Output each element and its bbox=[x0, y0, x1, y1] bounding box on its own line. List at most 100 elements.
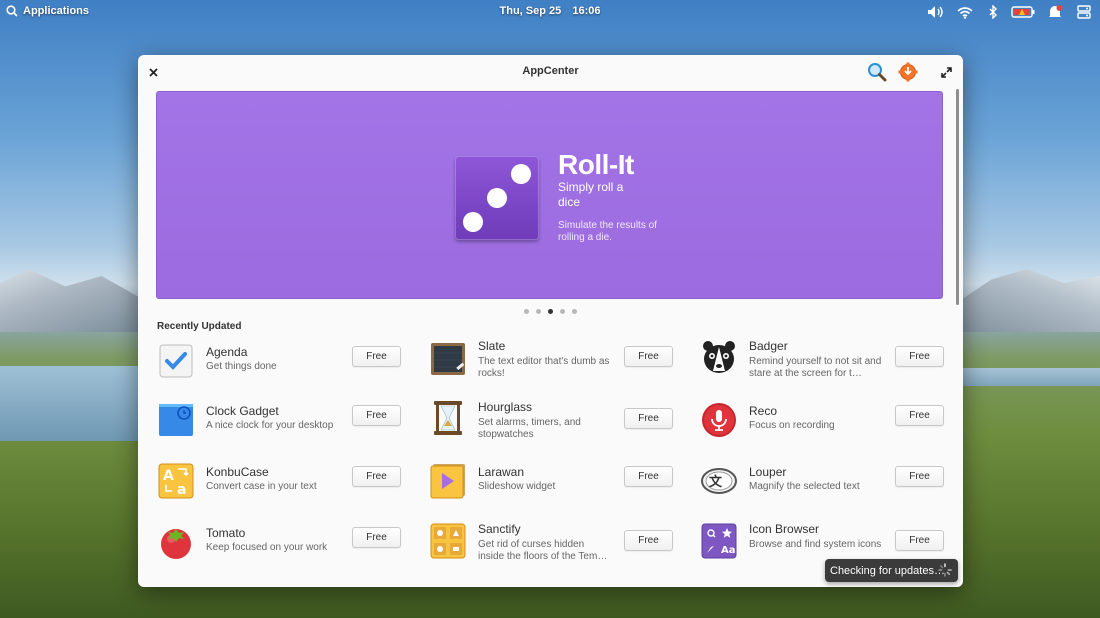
svg-text:文: 文 bbox=[709, 474, 723, 490]
hourglass-icon bbox=[434, 401, 462, 435]
sanctify-icon bbox=[430, 523, 466, 559]
app-name: Larawan bbox=[478, 465, 525, 479]
free-button[interactable]: Free bbox=[352, 466, 401, 487]
app-summary: Slideshow widget bbox=[478, 481, 556, 492]
section-heading: Recently Updated bbox=[157, 321, 242, 332]
clock-gadget-icon bbox=[159, 404, 193, 436]
app-summary: A nice clock for your desktop bbox=[206, 420, 334, 431]
app-summary: Remind yourself to not sit and stare at … bbox=[749, 356, 882, 379]
window-title: AppCenter bbox=[522, 65, 579, 77]
app-row-agenda[interactable]: Agenda Get things done Free bbox=[158, 343, 420, 397]
app-name: Hourglass bbox=[478, 400, 533, 414]
app-name: Tomato bbox=[206, 526, 246, 540]
featured-app-name: Roll-It bbox=[558, 149, 634, 180]
updates-button[interactable] bbox=[898, 62, 918, 82]
free-button[interactable]: Free bbox=[895, 530, 944, 551]
update-toast: Checking for updates… bbox=[825, 559, 958, 582]
app-row-reco[interactable]: Reco Focus on recording Free bbox=[701, 402, 963, 456]
app-name: Badger bbox=[749, 339, 788, 353]
page-dot[interactable] bbox=[536, 309, 541, 314]
svg-text:A: A bbox=[163, 468, 174, 484]
wallpaper-mountains bbox=[0, 269, 145, 332]
app-name: KonbuCase bbox=[206, 465, 269, 479]
notifications-icon[interactable] bbox=[1046, 3, 1064, 21]
app-summary: Get things done bbox=[206, 361, 277, 372]
agenda-icon bbox=[159, 344, 193, 378]
featured-app-tagline: Simply roll a dice bbox=[558, 180, 624, 209]
app-row-hourglass[interactable]: Hourglass Set alarms, timers, and stopwa… bbox=[430, 400, 692, 454]
app-row-larawan[interactable]: Larawan Slideshow widget Free bbox=[430, 463, 692, 517]
wifi-icon[interactable] bbox=[955, 3, 975, 21]
slate-icon bbox=[431, 343, 465, 375]
featured-banner[interactable]: Roll-It Simply roll a dice Simulate the … bbox=[156, 91, 943, 299]
app-summary: Convert case in your text bbox=[206, 481, 317, 492]
page-dot[interactable] bbox=[572, 309, 577, 314]
top-panel: Applications Thu, Sep 25 16:06 bbox=[0, 0, 1100, 24]
wallpaper-lake bbox=[960, 368, 1100, 386]
page-dot[interactable] bbox=[524, 309, 529, 314]
maximize-icon bbox=[940, 66, 952, 78]
page-dot-active[interactable] bbox=[548, 309, 553, 314]
roll-it-icon bbox=[455, 156, 539, 240]
app-row-clock-gadget[interactable]: Clock Gadget A nice clock for your deskt… bbox=[158, 402, 420, 456]
free-button[interactable]: Free bbox=[895, 466, 944, 487]
search-button[interactable] bbox=[867, 62, 887, 82]
free-button[interactable]: Free bbox=[352, 405, 401, 426]
toast-message: Checking for updates… bbox=[830, 564, 945, 577]
app-name: Sanctify bbox=[478, 522, 521, 536]
free-button[interactable]: Free bbox=[895, 346, 944, 367]
app-row-badger[interactable]: Badger Remind yourself to not sit and st… bbox=[701, 339, 963, 393]
page-dot[interactable] bbox=[560, 309, 565, 314]
appcenter-window: AppCenter Roll-It Simply roll a dice Sim… bbox=[138, 55, 963, 587]
app-summary: Set alarms, timers, and stopwatches bbox=[478, 417, 581, 440]
tomato-icon bbox=[161, 529, 191, 559]
app-row-louper[interactable]: 文 Louper Magnify the selected text Free bbox=[701, 463, 963, 517]
badger-icon bbox=[703, 341, 735, 373]
svg-text:a: a bbox=[177, 482, 186, 498]
reco-icon bbox=[702, 403, 736, 437]
titlebar: AppCenter bbox=[138, 55, 963, 87]
app-row-konbucase[interactable]: Aa KonbuCase Convert case in your text F… bbox=[158, 463, 420, 517]
bluetooth-icon[interactable] bbox=[985, 3, 1001, 21]
app-name: Icon Browser bbox=[749, 522, 820, 536]
app-name: Reco bbox=[749, 404, 778, 418]
app-row-sanctify[interactable]: Sanctify Get rid of curses hidden inside… bbox=[430, 522, 692, 576]
larawan-icon bbox=[430, 464, 465, 499]
app-summary: Magnify the selected text bbox=[749, 481, 860, 492]
app-name: Slate bbox=[478, 339, 506, 353]
free-button[interactable]: Free bbox=[352, 346, 401, 367]
app-summary: Focus on recording bbox=[749, 420, 835, 431]
app-row-slate[interactable]: Slate The text editor that's dumb as roc… bbox=[430, 339, 692, 393]
app-name: Louper bbox=[749, 465, 787, 479]
banner-pagination bbox=[138, 309, 963, 314]
maximize-button[interactable] bbox=[936, 62, 956, 82]
session-icon[interactable] bbox=[1074, 3, 1094, 21]
svg-text:Aa: Aa bbox=[721, 545, 736, 556]
date-label: Thu, Sep 25 bbox=[499, 5, 562, 17]
app-summary: The text editor that's dumb as rocks! bbox=[478, 356, 610, 379]
free-button[interactable]: Free bbox=[895, 405, 944, 426]
scrollbar[interactable] bbox=[956, 89, 959, 305]
app-summary: Get rid of curses hidden inside the floo… bbox=[478, 539, 608, 562]
icon-browser-icon: Aa bbox=[701, 523, 737, 559]
app-summary: Browse and find system icons bbox=[749, 539, 882, 550]
free-button[interactable]: Free bbox=[624, 346, 673, 367]
app-summary: Keep focused on your work bbox=[206, 542, 328, 553]
free-button[interactable]: Free bbox=[624, 466, 673, 487]
louper-icon: 文 bbox=[701, 468, 737, 494]
app-name: Clock Gadget bbox=[206, 404, 279, 418]
app-row-tomato[interactable]: Tomato Keep focused on your work Free bbox=[158, 524, 420, 578]
wallpaper-lake bbox=[0, 366, 140, 441]
free-button[interactable]: Free bbox=[624, 530, 673, 551]
search-icon bbox=[868, 63, 887, 82]
time-label: 16:06 bbox=[572, 5, 601, 17]
update-gear-icon bbox=[898, 62, 918, 82]
spinner-icon bbox=[938, 563, 952, 577]
konbucase-icon: Aa bbox=[158, 463, 194, 499]
battery-icon[interactable] bbox=[1010, 3, 1036, 21]
free-button[interactable]: Free bbox=[352, 527, 401, 548]
volume-icon[interactable] bbox=[926, 3, 946, 21]
featured-app-description: Simulate the results of rolling a die. bbox=[558, 220, 657, 243]
wallpaper-mountains bbox=[955, 269, 1100, 332]
free-button[interactable]: Free bbox=[624, 408, 673, 429]
